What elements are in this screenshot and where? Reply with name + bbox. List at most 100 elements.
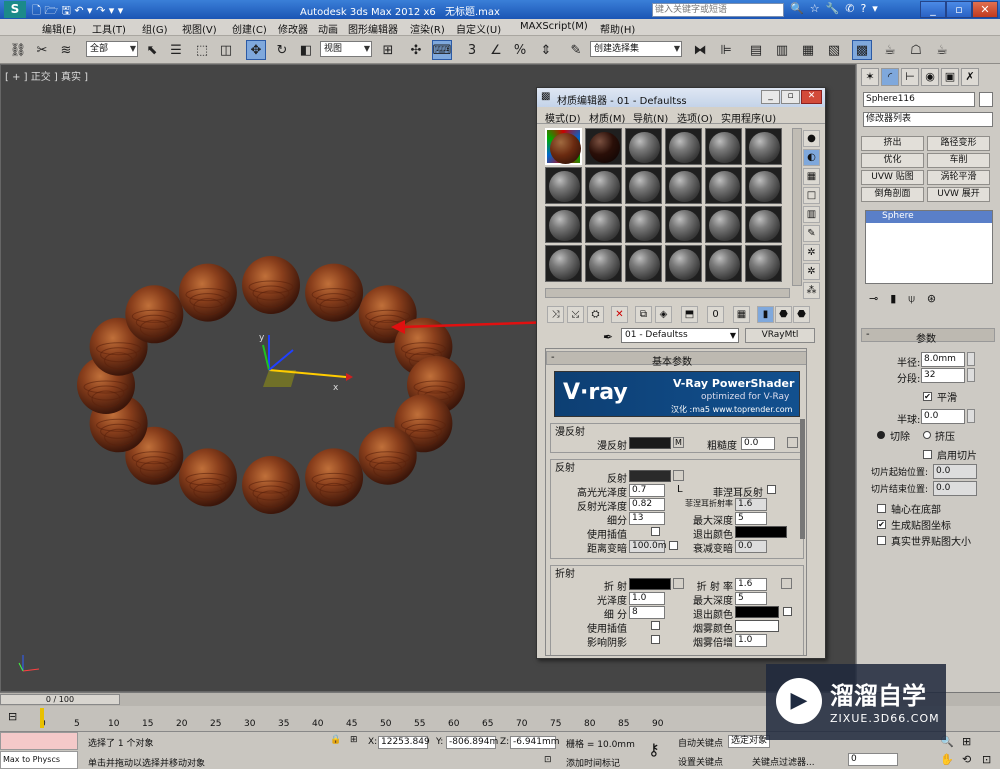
refr-interp-checkbox[interactable] xyxy=(651,621,660,630)
material-slot[interactable] xyxy=(625,128,662,165)
set-key-icon[interactable]: ⚷ xyxy=(648,740,660,759)
material-map-navigator-icon[interactable]: ⁂ xyxy=(803,282,820,299)
backlight-icon[interactable]: ◐ xyxy=(803,149,820,166)
mod-lathe-button[interactable]: 车削 xyxy=(927,153,990,168)
menu-edit[interactable]: 编辑(E) xyxy=(42,21,76,36)
create-tab-icon[interactable]: ✶ xyxy=(861,68,879,86)
diffuse-color-swatch[interactable] xyxy=(629,437,671,449)
modifier-stack-list[interactable]: Sphere xyxy=(865,210,993,284)
material-slot[interactable] xyxy=(545,206,582,243)
material-slot[interactable] xyxy=(665,128,702,165)
eyedropper-icon[interactable]: ✒ xyxy=(603,330,613,344)
lock-button[interactable]: L xyxy=(677,484,683,495)
roughness-map-button[interactable] xyxy=(787,437,798,448)
snap-toggle-icon[interactable]: 3 xyxy=(462,40,482,60)
maximize-button[interactable]: ▫ xyxy=(946,1,972,18)
material-slot[interactable] xyxy=(585,206,622,243)
search-input[interactable]: 键入关键字或短语 xyxy=(652,3,784,17)
motion-tab-icon[interactable]: ◉ xyxy=(921,68,939,86)
reflect-color-swatch[interactable] xyxy=(629,470,671,482)
material-slot[interactable] xyxy=(705,167,742,204)
dist-dim-field[interactable]: 100.0m xyxy=(629,540,667,553)
material-slot[interactable] xyxy=(665,167,702,204)
selection-filter-select[interactable]: 全部 xyxy=(86,41,138,57)
rendered-frame-icon[interactable]: ☖ xyxy=(906,40,926,60)
material-name-dropdown-icon[interactable]: ▼ xyxy=(727,328,739,343)
hemisphere-field[interactable]: 0.0 xyxy=(921,409,965,424)
move-gizmo[interactable]: y x xyxy=(259,333,353,393)
assign-to-selection-icon[interactable]: ⛭ xyxy=(587,306,604,323)
bind-spacewarp-icon[interactable]: ≋ xyxy=(56,40,76,60)
layer-manager-icon[interactable]: ▤ xyxy=(746,40,766,60)
keyboard-shortcut-icon[interactable]: ⌨ xyxy=(432,40,452,60)
radius-field[interactable]: 8.0mm xyxy=(921,352,965,367)
fresnel-checkbox[interactable] xyxy=(767,485,776,494)
roughness-field[interactable]: 0.0 xyxy=(741,437,775,450)
pan-icon[interactable]: ✋ xyxy=(940,753,954,766)
x-coord-field[interactable]: 12253.849 xyxy=(378,736,430,749)
menu-render[interactable]: 渲染(R) xyxy=(410,21,445,36)
material-slot[interactable] xyxy=(745,206,782,243)
mod-uvw-map-button[interactable]: UVW 贴图 xyxy=(861,170,924,185)
reset-map-icon[interactable]: ✕ xyxy=(611,306,628,323)
dist-dim-checkbox[interactable] xyxy=(669,541,678,550)
gen-map-coords-checkbox[interactable]: ✔ xyxy=(877,520,886,529)
select-scale-icon[interactable]: ◧ xyxy=(296,40,316,60)
maxscript-listener-pink[interactable] xyxy=(0,732,78,750)
material-editor-icon[interactable]: ▩ xyxy=(852,40,872,60)
material-editor-window[interactable]: ▩ 材质编辑器 - 01 - Defaultss _ ▫ ✕ 模式(D) 材质(… xyxy=(536,87,826,659)
percent-snap-icon[interactable]: % xyxy=(510,40,530,60)
material-id-channel-icon[interactable]: 0 xyxy=(707,306,724,323)
mod-unwrap-uvw-button[interactable]: UVW 展开 xyxy=(927,187,990,202)
mod-turbosmooth-button[interactable]: 涡轮平滑 xyxy=(927,170,990,185)
time-slider-thumb[interactable]: 0 / 100 xyxy=(0,694,120,705)
material-slot[interactable] xyxy=(745,128,782,165)
mod-optimize-button[interactable]: 优化 xyxy=(861,153,924,168)
mini-curve-editor-icon[interactable]: ⊟ xyxy=(8,710,17,723)
curve-editor-icon[interactable]: ▦ xyxy=(798,40,818,60)
material-slot[interactable] xyxy=(585,245,622,282)
menu-group[interactable]: 组(G) xyxy=(142,21,168,36)
pivot-center-icon[interactable]: ⊞ xyxy=(378,40,398,60)
time-tag-icon[interactable]: ⊡ xyxy=(544,755,552,765)
add-time-tag-button[interactable]: 添加时间标记 xyxy=(566,756,620,769)
material-slot[interactable] xyxy=(665,206,702,243)
refl-gloss-field[interactable]: 0.82 xyxy=(629,498,665,511)
abs-mode-icon[interactable]: ⊞ xyxy=(350,735,358,745)
graphite-ribbon-icon[interactable]: ▥ xyxy=(772,40,792,60)
affect-shadows-checkbox[interactable] xyxy=(651,635,660,644)
menu-maxscript[interactable]: MAXScript(M) xyxy=(520,21,588,32)
lock-selection-icon[interactable]: 🔒 xyxy=(330,735,341,745)
refl-subdivs-field[interactable]: 13 xyxy=(629,512,665,525)
zoom-all-icon[interactable]: ⊞ xyxy=(962,735,971,748)
menu-customize[interactable]: 自定义(U) xyxy=(456,21,501,36)
ref-coord-select[interactable]: 视图 xyxy=(320,41,372,57)
modify-tab-icon[interactable]: ◜ xyxy=(881,68,899,86)
uv-tiling-icon[interactable]: □ xyxy=(803,187,820,204)
set-key-button[interactable]: 设置关键点 xyxy=(678,755,723,768)
sample-type-icon[interactable]: ● xyxy=(803,130,820,147)
material-slot[interactable] xyxy=(705,206,742,243)
fog-mult-field[interactable]: 1.0 xyxy=(735,634,767,647)
refr-subdivs-field[interactable]: 8 xyxy=(629,606,665,619)
material-slot[interactable] xyxy=(545,245,582,282)
me-menu-navigation[interactable]: 导航(N) xyxy=(633,110,668,125)
menu-view[interactable]: 视图(V) xyxy=(182,21,217,36)
dim-falloff-field[interactable]: 0.0 xyxy=(735,540,767,553)
z-coord-field[interactable]: -6.941mm xyxy=(510,736,560,749)
ior-field[interactable]: 1.6 xyxy=(735,578,767,591)
slice-to-field[interactable]: 0.0 xyxy=(933,481,977,496)
selected-filter-select[interactable]: 选定对象 xyxy=(728,735,770,748)
stack-item-sphere[interactable]: Sphere xyxy=(866,211,992,223)
menu-tools[interactable]: 工具(T) xyxy=(92,21,126,36)
select-object-icon[interactable]: ⬉ xyxy=(142,40,162,60)
orbit-icon[interactable]: ⟲ xyxy=(962,753,971,766)
material-slot[interactable] xyxy=(545,128,582,165)
refr-max-depth-field[interactable]: 5 xyxy=(735,592,767,605)
slice-on-checkbox[interactable] xyxy=(923,450,932,459)
slots-vscroll[interactable] xyxy=(792,128,802,286)
options-icon[interactable]: ✲ xyxy=(803,244,820,261)
use-interp-checkbox[interactable] xyxy=(651,527,660,536)
menu-modifiers[interactable]: 修改器 xyxy=(278,21,308,36)
maxscript-listener[interactable]: Max to Physcs xyxy=(0,751,78,769)
